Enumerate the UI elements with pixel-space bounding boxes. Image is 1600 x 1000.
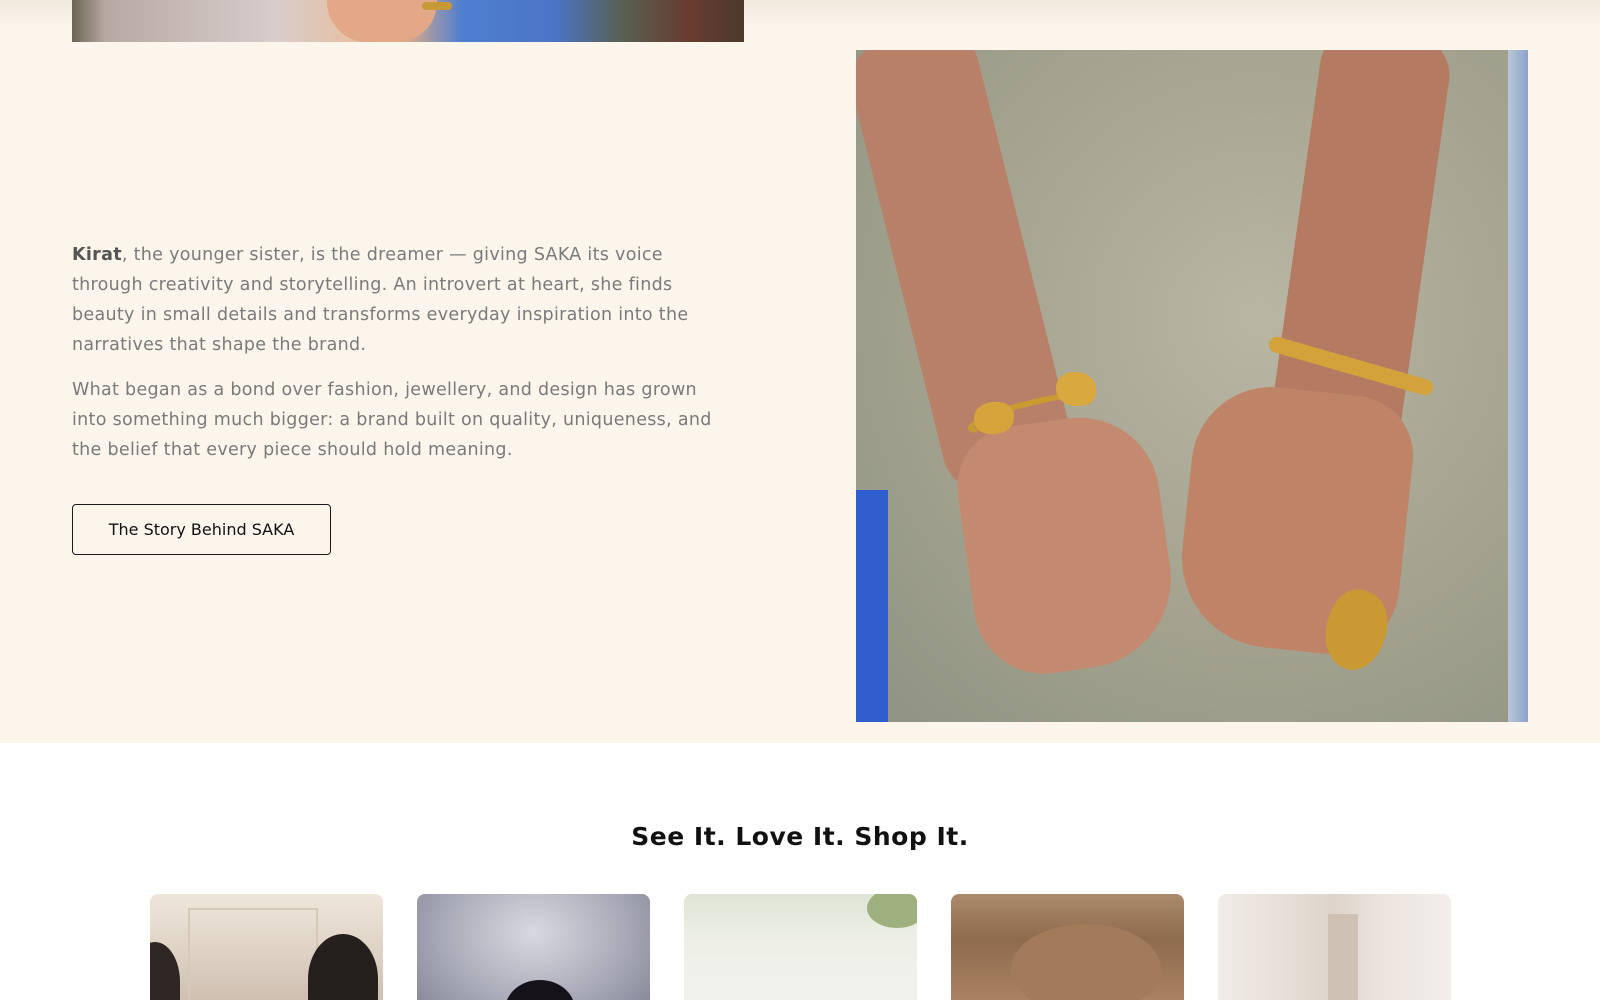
photo-arm-detail	[327, 0, 437, 42]
brand-origin-paragraph: What began as a bond over fashion, jewel…	[72, 380, 712, 460]
video-card[interactable]	[150, 894, 383, 1000]
kirat-paragraph: Kirat, the younger sister, is the dreame…	[72, 240, 732, 360]
video-thumbnail	[188, 908, 318, 1000]
video-card[interactable]	[1218, 894, 1451, 1000]
kirat-description: , the younger sister, is the dreamer — g…	[72, 245, 689, 355]
founder-name: Kirat	[72, 245, 122, 265]
founders-photo-cropped	[72, 0, 744, 42]
photo-bangle-detail	[422, 2, 452, 10]
founders-story-section: Kirat, the younger sister, is the dreame…	[0, 0, 1600, 743]
story-behind-saka-button[interactable]: The Story Behind SAKA	[72, 504, 331, 555]
shop-section-title: See It. Love It. Shop It.	[631, 822, 969, 851]
ram-head-right	[1056, 372, 1096, 406]
video-thumbnail-detail	[1328, 914, 1358, 1000]
video-thumbnail-figure	[308, 934, 378, 1000]
video-thumbnail-detail	[1011, 924, 1161, 1000]
founder-bio: Kirat, the younger sister, is the dreame…	[72, 240, 732, 465]
shoppable-video-carousel	[150, 894, 1451, 1000]
video-card[interactable]	[684, 894, 917, 1000]
photo-dress-right	[1508, 50, 1528, 722]
hands-holding-jewellery-photo	[856, 50, 1528, 722]
video-thumbnail-detail	[867, 894, 917, 928]
photo-hand-left	[949, 407, 1183, 683]
video-thumbnail-figure	[150, 942, 180, 1000]
video-card[interactable]	[951, 894, 1184, 1000]
ram-head-left	[974, 402, 1014, 434]
video-card[interactable]	[417, 894, 650, 1000]
video-thumbnail-figure	[505, 980, 575, 1000]
photo-dress-left	[856, 490, 888, 722]
